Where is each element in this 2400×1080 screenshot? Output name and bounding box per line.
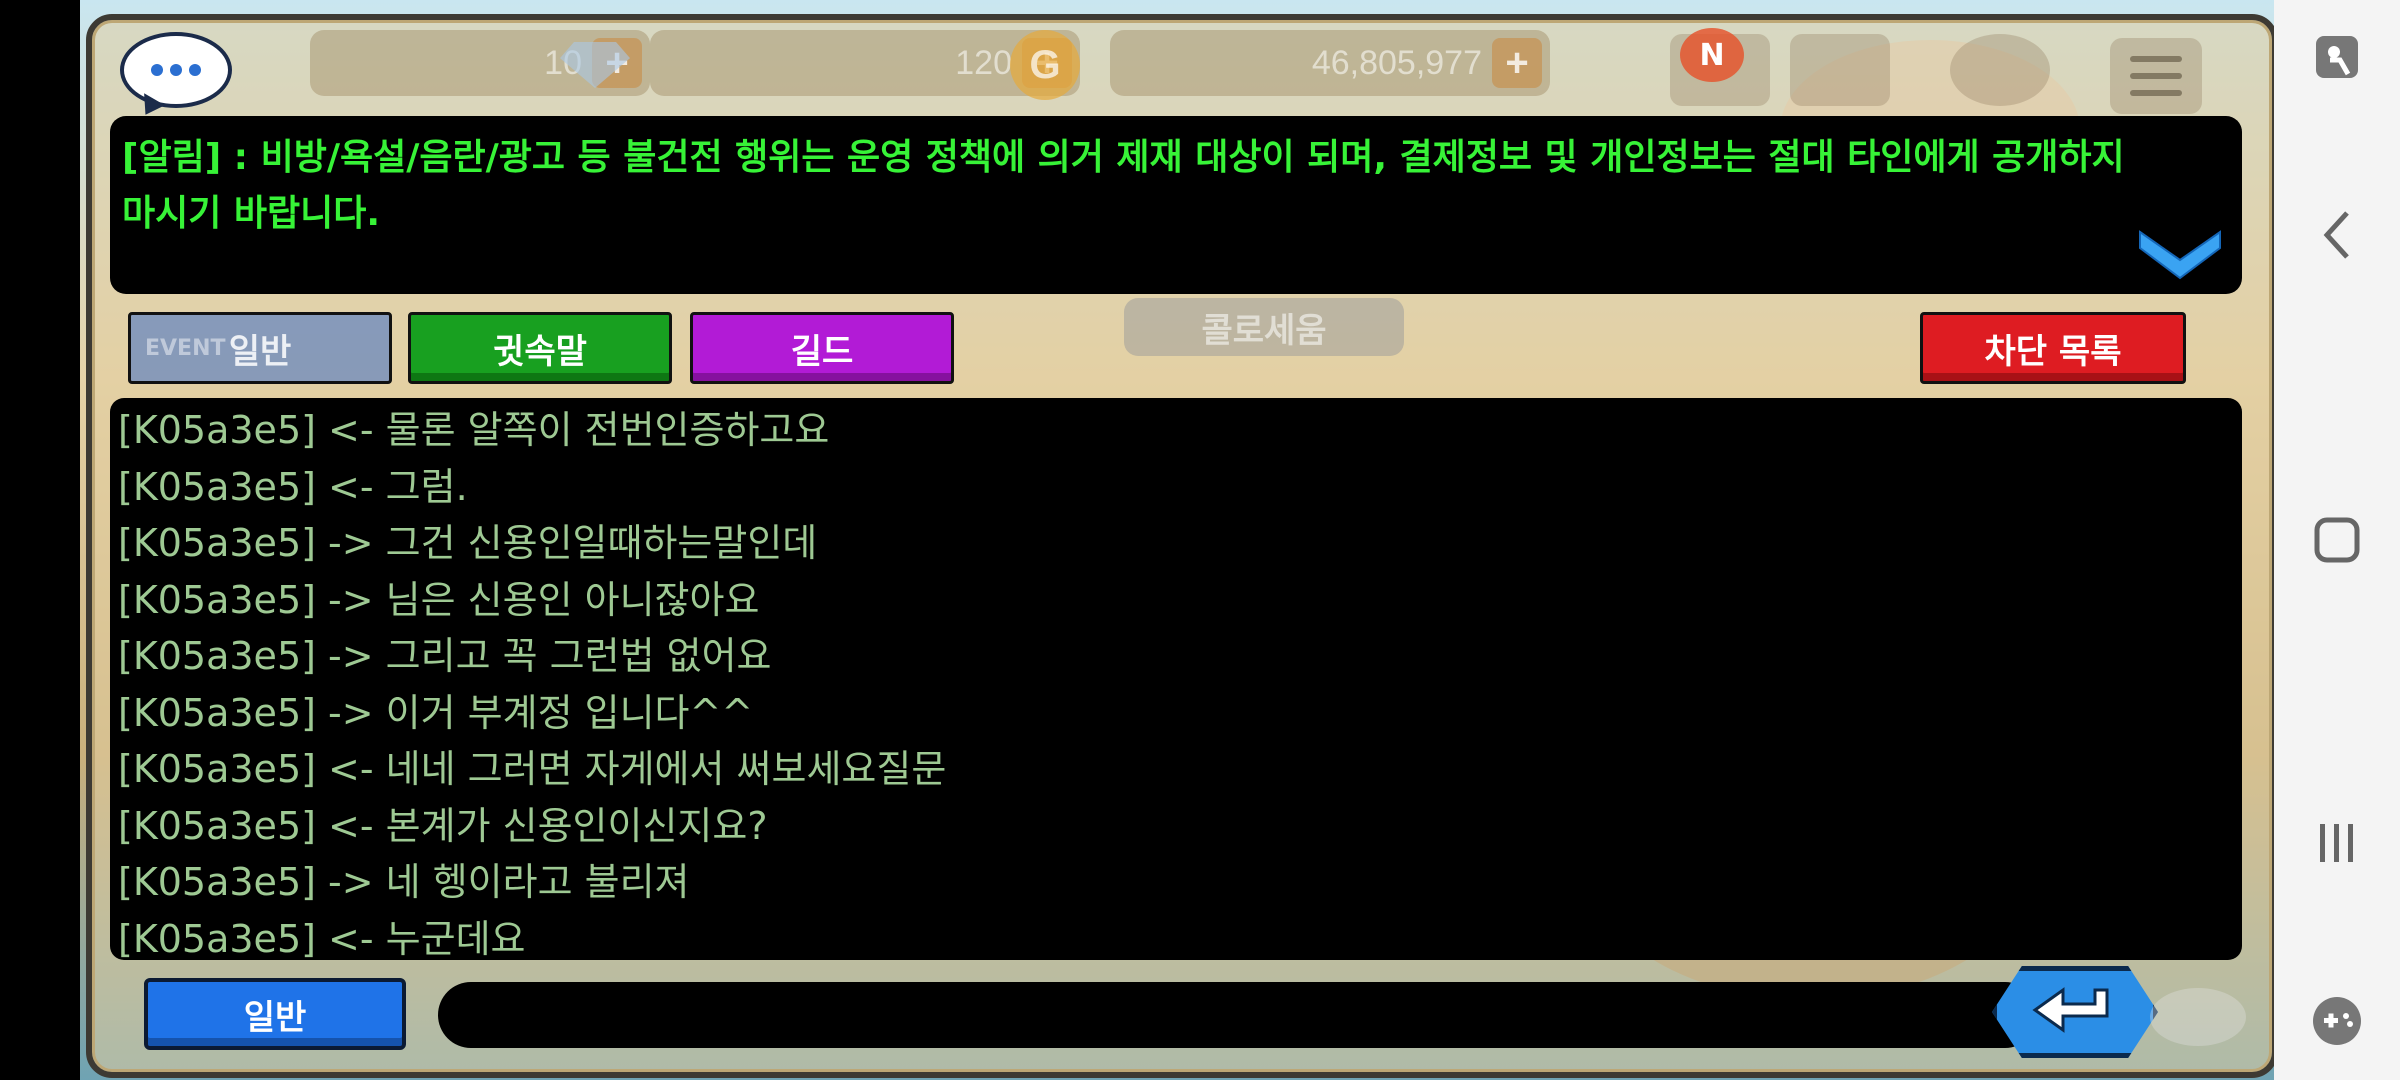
event-label: EVENT [145,335,226,361]
top-status-bar: 10 + 120 + 46,805,977 + G N [110,20,2210,120]
notice-panel: [알림] : 비방/욕설/음란/광고 등 불건전 행위는 운영 정책에 의거 제… [110,116,2242,294]
gem-value: 120 [955,43,1012,82]
notification-badge: N [1680,28,1744,82]
send-button[interactable] [1992,966,2158,1058]
chat-message: [K05a3e5] -> 네 헹이라고 불리져 [118,860,690,904]
gold-coin-icon: G [1010,30,1080,100]
block-list-button[interactable]: 차단 목록 [1920,312,2186,384]
add-gold-button[interactable]: + [1492,38,1542,88]
chat-message: [K05a3e5] -> 그리고 꼭 그런법 없어요 [118,634,772,678]
chat-message: [K05a3e5] <- 본계가 신용인이신지요? [118,803,768,848]
chat-message: [K05a3e5] <- 누군데요 [118,916,526,961]
game-controller-icon[interactable] [2302,986,2372,1056]
colosseum-background-sign: 콜로세움 [1124,298,1404,356]
block-list-label: 차단 목록 [1984,331,2122,372]
channel-select-button[interactable]: 일반 [144,978,406,1050]
recents-icon[interactable] [2302,808,2372,878]
tab-guild[interactable]: 길드 [690,312,954,384]
home-icon[interactable] [2302,505,2372,575]
chat-message: [K05a3e5] <- 그럼. [118,464,468,509]
tab-whisper[interactable]: 귓속말 [408,312,672,384]
gold-value: 46,805,977 [1311,43,1482,82]
tab-whisper-label: 귓속말 [493,331,587,372]
chat-message: [K05a3e5] -> 그건 신용인일때하는말인데 [118,521,818,565]
channel-select-label: 일반 [243,997,307,1038]
chat-input[interactable] [438,982,2038,1048]
notice-text: [알림] : 비방/욕설/음란/광고 등 불건전 행위는 운영 정책에 의거 제… [122,137,2125,234]
gold-counter: 46,805,977 + [1110,30,1550,96]
tab-general-label: 일반 [228,331,292,372]
chat-message: [K05a3e5] -> 이거 부계정 입니다^^ [118,690,754,735]
system-nav-bar [2274,0,2400,1080]
enter-icon [2032,987,2109,1033]
menu-icon[interactable] [2110,38,2202,114]
tab-general[interactable]: EVENT 일반 [128,312,392,384]
chat-log[interactable]: [K05a3e5] <- 물론 알쪽이 전번인증하고요 [K05a3e5] <-… [110,398,2242,961]
accessibility-icon[interactable] [2302,22,2372,92]
map-pin-icon[interactable] [1950,34,2050,106]
chat-message: [K05a3e5] -> 님은 신용인 아니잖아요 [118,577,760,622]
shop-icon[interactable] [1790,34,1890,106]
chat-message: [K05a3e5] <- 물론 알쪽이 전번인증하고요 [118,408,830,452]
chat-message: [K05a3e5] <- 네네 그러면 자게에서 써보세요질문 [118,747,947,791]
back-icon[interactable] [2302,200,2372,270]
chat-bubble-icon[interactable] [120,32,232,108]
tab-guild-label: 길드 [790,331,854,372]
chevron-down-icon[interactable] [2136,226,2224,282]
chat-bubble-icon [2150,988,2246,1046]
